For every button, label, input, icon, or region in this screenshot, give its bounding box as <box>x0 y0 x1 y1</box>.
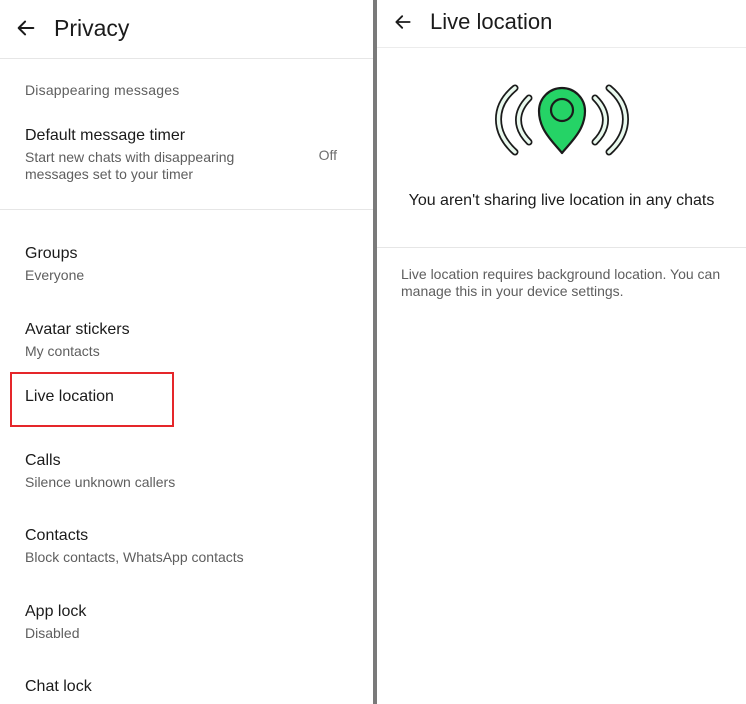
privacy-item-subtitle: Disabled <box>25 625 80 641</box>
privacy-item-subtitle: Block contacts, WhatsApp contacts <box>25 549 244 565</box>
live-location-back-button[interactable] <box>387 6 419 38</box>
privacy-item-title: Chat lock <box>25 678 92 695</box>
arrow-left-icon <box>395 15 411 29</box>
default-message-timer-value: Off <box>318 147 337 163</box>
privacy-item-avatar-stickers[interactable]: Avatar stickers My contacts <box>0 310 373 376</box>
privacy-item-subtitle: Silence unknown callers <box>25 474 176 490</box>
privacy-item-contacts[interactable]: Contacts Block contacts, WhatsApp contac… <box>0 516 373 582</box>
privacy-item-title: Live location <box>25 388 114 405</box>
default-message-timer-title: Default message timer <box>25 127 186 144</box>
section-divider <box>377 247 746 248</box>
privacy-item-calls[interactable]: Calls Silence unknown callers <box>0 441 373 507</box>
live-location-app-bar: Live location <box>377 0 746 48</box>
live-location-pin-icon <box>495 84 629 156</box>
privacy-item-title: Contacts <box>25 527 89 544</box>
live-location-screen: Live location You aren't sharing live lo… <box>377 0 746 704</box>
page-title: Live location <box>430 9 553 34</box>
privacy-item-groups[interactable]: Groups Everyone <box>0 234 373 300</box>
privacy-screen: Privacy Disappearing messages Default me… <box>0 0 373 704</box>
privacy-item-app-lock[interactable]: App lock Disabled <box>0 592 373 658</box>
privacy-item-live-location[interactable]: Live location <box>0 378 373 426</box>
arrow-left-icon <box>17 20 35 36</box>
privacy-back-button[interactable] <box>10 12 42 44</box>
page-title: Privacy <box>54 15 130 41</box>
background-location-info: Live location requires background locati… <box>401 266 721 299</box>
section-header-disappearing-messages: Disappearing messages <box>25 82 180 98</box>
empty-state-message: You aren't sharing live location in any … <box>408 192 715 209</box>
privacy-item-chat-lock[interactable]: Chat lock <box>0 667 373 704</box>
privacy-app-bar: Privacy <box>0 0 373 58</box>
privacy-item-subtitle: My contacts <box>25 343 100 359</box>
default-message-timer-item[interactable]: Default message timer Start new chats wi… <box>0 118 373 196</box>
privacy-item-title: Calls <box>25 452 61 469</box>
app-bar-divider <box>0 58 373 59</box>
privacy-item-title: Avatar stickers <box>25 321 130 338</box>
default-message-timer-description: Start new chats with disappearing messag… <box>25 149 235 182</box>
section-divider <box>0 209 373 210</box>
privacy-item-title: App lock <box>25 603 87 620</box>
privacy-item-subtitle: Everyone <box>25 267 85 283</box>
privacy-item-title: Groups <box>25 245 78 262</box>
